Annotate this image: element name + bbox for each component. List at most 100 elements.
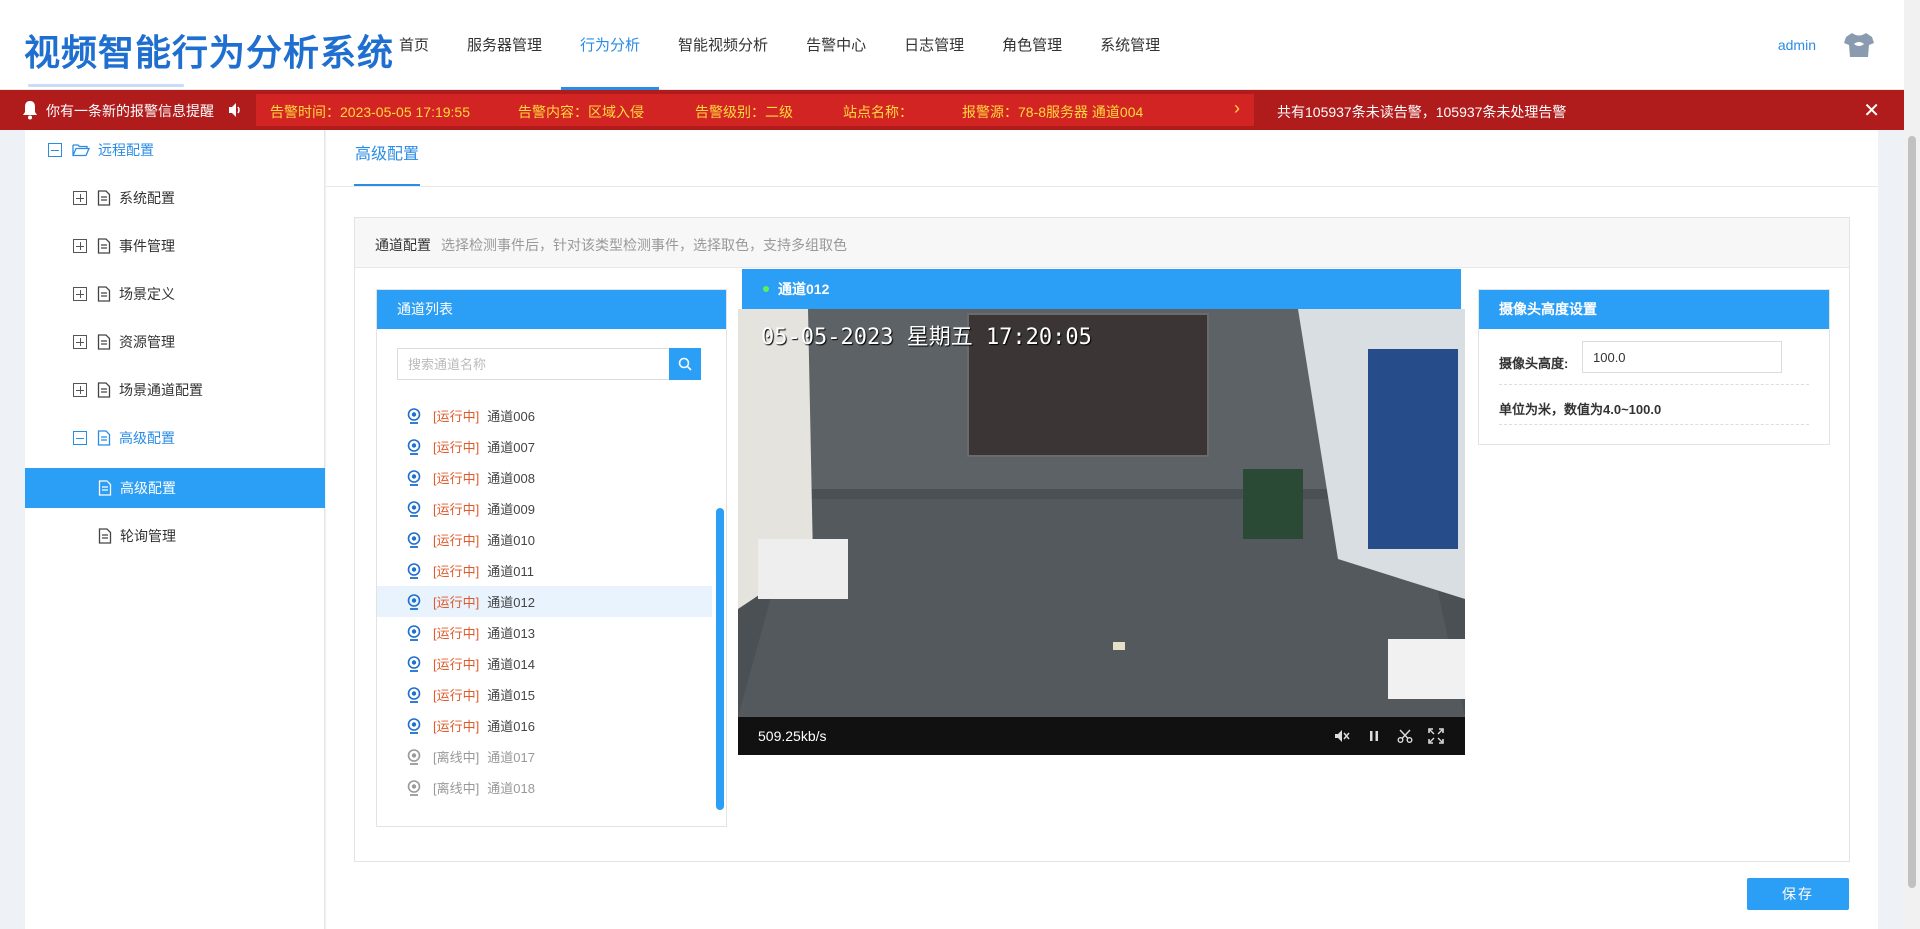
camera-icon	[407, 717, 421, 734]
camera-icon	[407, 593, 421, 610]
channel-row[interactable]: [运行中] 通道013	[377, 617, 712, 648]
divider	[1499, 384, 1809, 385]
camera-height-input[interactable]	[1582, 341, 1782, 373]
alert-ticker: 告警时间：2023-05-05 17:19:55 告警内容：区域入侵 告警级别：…	[256, 94, 1254, 126]
video-timestamp: 05-05-2023 星期五 17:20:05	[761, 325, 1092, 350]
channel-status: [离线中]	[433, 781, 480, 796]
channel-list-scrollbar[interactable]	[716, 400, 724, 818]
channel-name: 通道012	[487, 595, 535, 610]
channel-row[interactable]: [运行中] 通道010	[377, 524, 712, 555]
alert-source: 报警源：78-8服务器 通道004	[962, 104, 1144, 120]
nav-system-management[interactable]: 系统管理	[1081, 0, 1179, 90]
channel-row[interactable]: [运行中] 通道006	[377, 400, 712, 431]
mute-icon[interactable]	[1333, 727, 1351, 745]
page-scrollbar-thumb[interactable]	[1908, 136, 1916, 888]
save-button[interactable]: 保存	[1747, 878, 1849, 910]
channel-search-input[interactable]	[397, 348, 670, 380]
video-player[interactable]: 05-05-2023 星期五 17:20:05	[738, 309, 1465, 717]
channel-name: 通道010	[487, 533, 535, 548]
channel-status: [运行中]	[433, 533, 480, 548]
channel-config-panel: 通道配置 选择检测事件后，针对该类型检测事件，选择取色，支持多组取色 通道列表 …	[354, 217, 1850, 862]
tree-label: 轮询管理	[120, 528, 176, 544]
app-title: 视频智能行为分析系统	[24, 32, 395, 73]
document-icon	[97, 382, 111, 398]
tab-divider	[326, 186, 1878, 187]
document-icon	[97, 430, 111, 446]
tree-label: 高级配置	[120, 480, 176, 496]
tree-label: 场景通道配置	[119, 382, 203, 398]
channel-name: 通道009	[487, 502, 535, 517]
expand-icon[interactable]	[73, 335, 87, 349]
sidebar-tree: 远程配置 系统配置 事件管理 场景定义 资源管理 场景通道配置 高级配置 高级配…	[25, 130, 325, 929]
nav-alarm-center[interactable]: 告警中心	[787, 0, 885, 90]
channel-row[interactable]: [运行中] 通道008	[377, 462, 712, 493]
collapse-icon[interactable]	[48, 143, 62, 157]
camera-icon	[407, 562, 421, 579]
tree-item-resource-management[interactable]: 资源管理	[73, 322, 175, 362]
expand-icon[interactable]	[73, 239, 87, 253]
speaker-icon[interactable]	[228, 102, 244, 118]
camera-icon	[407, 469, 421, 486]
nav-smart-video-analysis[interactable]: 智能视频分析	[659, 0, 787, 90]
expand-icon[interactable]	[73, 191, 87, 205]
channel-search	[397, 348, 701, 380]
expand-icon[interactable]	[73, 287, 87, 301]
channel-row[interactable]: [运行中] 通道009	[377, 493, 712, 524]
channel-list-box: 通道列表 [运行中]通道006[运行中]通道007[运行中]通道008[运行中]…	[376, 289, 727, 827]
channel-row[interactable]: [运行中] 通道016	[377, 710, 712, 741]
channel-name: 通道016	[487, 719, 535, 734]
channel-row[interactable]: [离线中] 通道018	[377, 772, 712, 803]
chevron-right-icon[interactable]: ›	[1234, 98, 1240, 119]
online-dot-icon	[763, 286, 769, 292]
collapse-icon[interactable]	[73, 431, 87, 445]
channel-row[interactable]: [运行中] 通道014	[377, 648, 712, 679]
alert-site: 站点名称：	[843, 104, 913, 120]
channel-row[interactable]: [运行中] 通道007	[377, 431, 712, 462]
tree-folder-remote-config[interactable]: 远程配置	[48, 130, 154, 170]
main-content: 高级配置 通道配置 选择检测事件后，针对该类型检测事件，选择取色，支持多组取色 …	[326, 130, 1878, 929]
nav-role-management[interactable]: 角色管理	[983, 0, 1081, 90]
channel-row[interactable]: [运行中] 通道015	[377, 679, 712, 710]
nav-log-management[interactable]: 日志管理	[885, 0, 983, 90]
nav-home[interactable]: 首页	[380, 0, 448, 90]
channel-name: 通道008	[487, 471, 535, 486]
channel-name: 通道007	[487, 440, 535, 455]
page-scrollbar[interactable]	[1904, 0, 1920, 929]
shirt-avatar-icon[interactable]	[1842, 30, 1876, 60]
camera-height-box: 摄像头高度设置 摄像头高度: 单位为米，数值为4.0~100.0	[1478, 289, 1830, 445]
channel-row[interactable]: [运行中] 通道012	[377, 586, 712, 617]
scrollbar-thumb[interactable]	[716, 508, 724, 810]
channel-name: 通道013	[487, 626, 535, 641]
tree-item-system-config[interactable]: 系统配置	[73, 178, 175, 218]
channel-status: [运行中]	[433, 440, 480, 455]
tree-leaf-polling-management[interactable]: 轮询管理	[98, 516, 176, 556]
scissors-icon[interactable]	[1396, 727, 1414, 745]
tree-item-scene-definition[interactable]: 场景定义	[73, 274, 175, 314]
document-icon	[97, 238, 111, 254]
fullscreen-icon[interactable]	[1427, 727, 1445, 745]
tree-leaf-advanced-config[interactable]: 高级配置	[25, 468, 325, 508]
user-name[interactable]: admin	[1778, 37, 1816, 53]
channel-row[interactable]: [离线中] 通道017	[377, 741, 712, 772]
tree-label: 系统配置	[119, 190, 175, 206]
pause-icon[interactable]	[1365, 727, 1383, 745]
close-icon[interactable]: ✕	[1863, 98, 1880, 123]
tree-item-event-management[interactable]: 事件管理	[73, 226, 175, 266]
tree-item-scene-channel-config[interactable]: 场景通道配置	[73, 370, 203, 410]
top-header: 视频智能行为分析系统 首页 服务器管理 行为分析 智能视频分析 告警中心 日志管…	[0, 0, 1904, 90]
expand-icon[interactable]	[73, 383, 87, 397]
nav-behavior-analysis[interactable]: 行为分析	[561, 0, 660, 90]
tab-advanced-config[interactable]: 高级配置	[354, 130, 421, 186]
title-underline	[28, 84, 184, 87]
channel-status: [运行中]	[433, 595, 480, 610]
camera-icon	[407, 531, 421, 548]
channel-status: [运行中]	[433, 409, 480, 424]
alert-level: 告警级别：二级	[695, 104, 793, 120]
nav-server-management[interactable]: 服务器管理	[448, 0, 561, 90]
tree-item-advanced-config[interactable]: 高级配置	[73, 418, 175, 458]
folder-open-icon	[72, 144, 90, 157]
camera-height-label: 摄像头高度:	[1499, 356, 1569, 371]
channel-name: 通道006	[487, 409, 535, 424]
channel-row[interactable]: [运行中] 通道011	[377, 555, 712, 586]
search-button[interactable]	[669, 348, 701, 380]
